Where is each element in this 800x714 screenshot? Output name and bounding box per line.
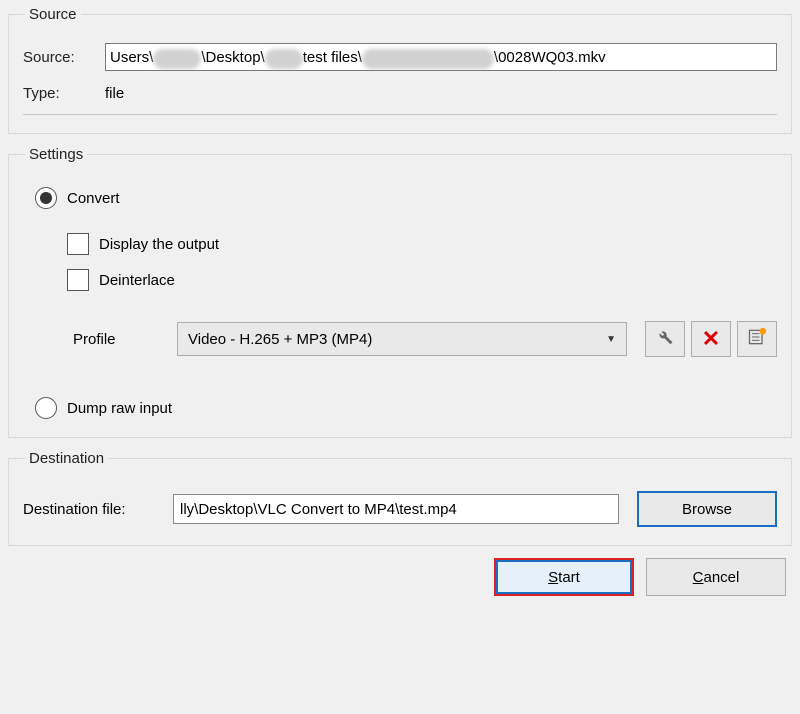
profile-value: Video - H.265 + MP3 (MP4) — [188, 331, 372, 348]
new-profile-button[interactable] — [737, 321, 777, 357]
delete-profile-button[interactable]: ✕ — [691, 321, 731, 357]
display-output-checkbox[interactable] — [67, 233, 89, 255]
source-path-field[interactable]: Users\ \Desktop\ test files\ \0028WQ03.m… — [105, 43, 777, 71]
destination-label: Destination file: — [23, 501, 173, 518]
source-group: Source Source: Users\ \Desktop\ test fil… — [8, 6, 792, 134]
x-icon: ✕ — [702, 326, 720, 352]
chevron-down-icon: ▼ — [606, 334, 616, 345]
edit-profile-button[interactable] — [645, 321, 685, 357]
convert-radio[interactable] — [35, 187, 57, 209]
destination-file-input[interactable]: lly\Desktop\VLC Convert to MP4\test.mp4 — [173, 494, 619, 524]
display-output-label: Display the output — [99, 236, 219, 253]
destination-group: Destination Destination file: lly\Deskto… — [8, 450, 792, 546]
browse-button[interactable]: Browse — [637, 491, 777, 527]
start-button[interactable]: Start — [494, 558, 634, 596]
source-legend: Source — [25, 6, 81, 23]
convert-label: Convert — [67, 190, 120, 207]
type-row: Type: file — [23, 85, 777, 115]
source-row: Source: Users\ \Desktop\ test files\ \00… — [23, 43, 777, 71]
cancel-button[interactable]: Cancel — [646, 558, 786, 596]
list-new-icon — [747, 327, 767, 351]
profile-row: Profile Video - H.265 + MP3 (MP4) ▼ ✕ — [67, 321, 777, 357]
source-label: Source: — [23, 49, 105, 66]
dump-label: Dump raw input — [67, 400, 172, 417]
deinterlace-checkbox[interactable] — [67, 269, 89, 291]
destination-legend: Destination — [25, 450, 108, 467]
profile-dropdown[interactable]: Video - H.265 + MP3 (MP4) ▼ — [177, 322, 627, 356]
redaction — [265, 49, 303, 69]
redaction — [153, 49, 201, 69]
settings-legend: Settings — [25, 146, 87, 163]
settings-group: Settings Convert Display the output Dein… — [8, 146, 792, 438]
type-value: file — [105, 85, 124, 102]
wrench-icon — [656, 328, 674, 350]
type-label: Type: — [23, 85, 105, 102]
display-output-row[interactable]: Display the output — [67, 233, 777, 255]
dump-radio[interactable] — [35, 397, 57, 419]
profile-label: Profile — [67, 331, 177, 348]
dump-radio-row[interactable]: Dump raw input — [35, 397, 777, 419]
deinterlace-label: Deinterlace — [99, 272, 175, 289]
convert-radio-row[interactable]: Convert — [35, 187, 777, 209]
redaction — [362, 49, 494, 69]
dialog-buttons: Start Cancel — [8, 558, 792, 596]
deinterlace-row[interactable]: Deinterlace — [67, 269, 777, 291]
